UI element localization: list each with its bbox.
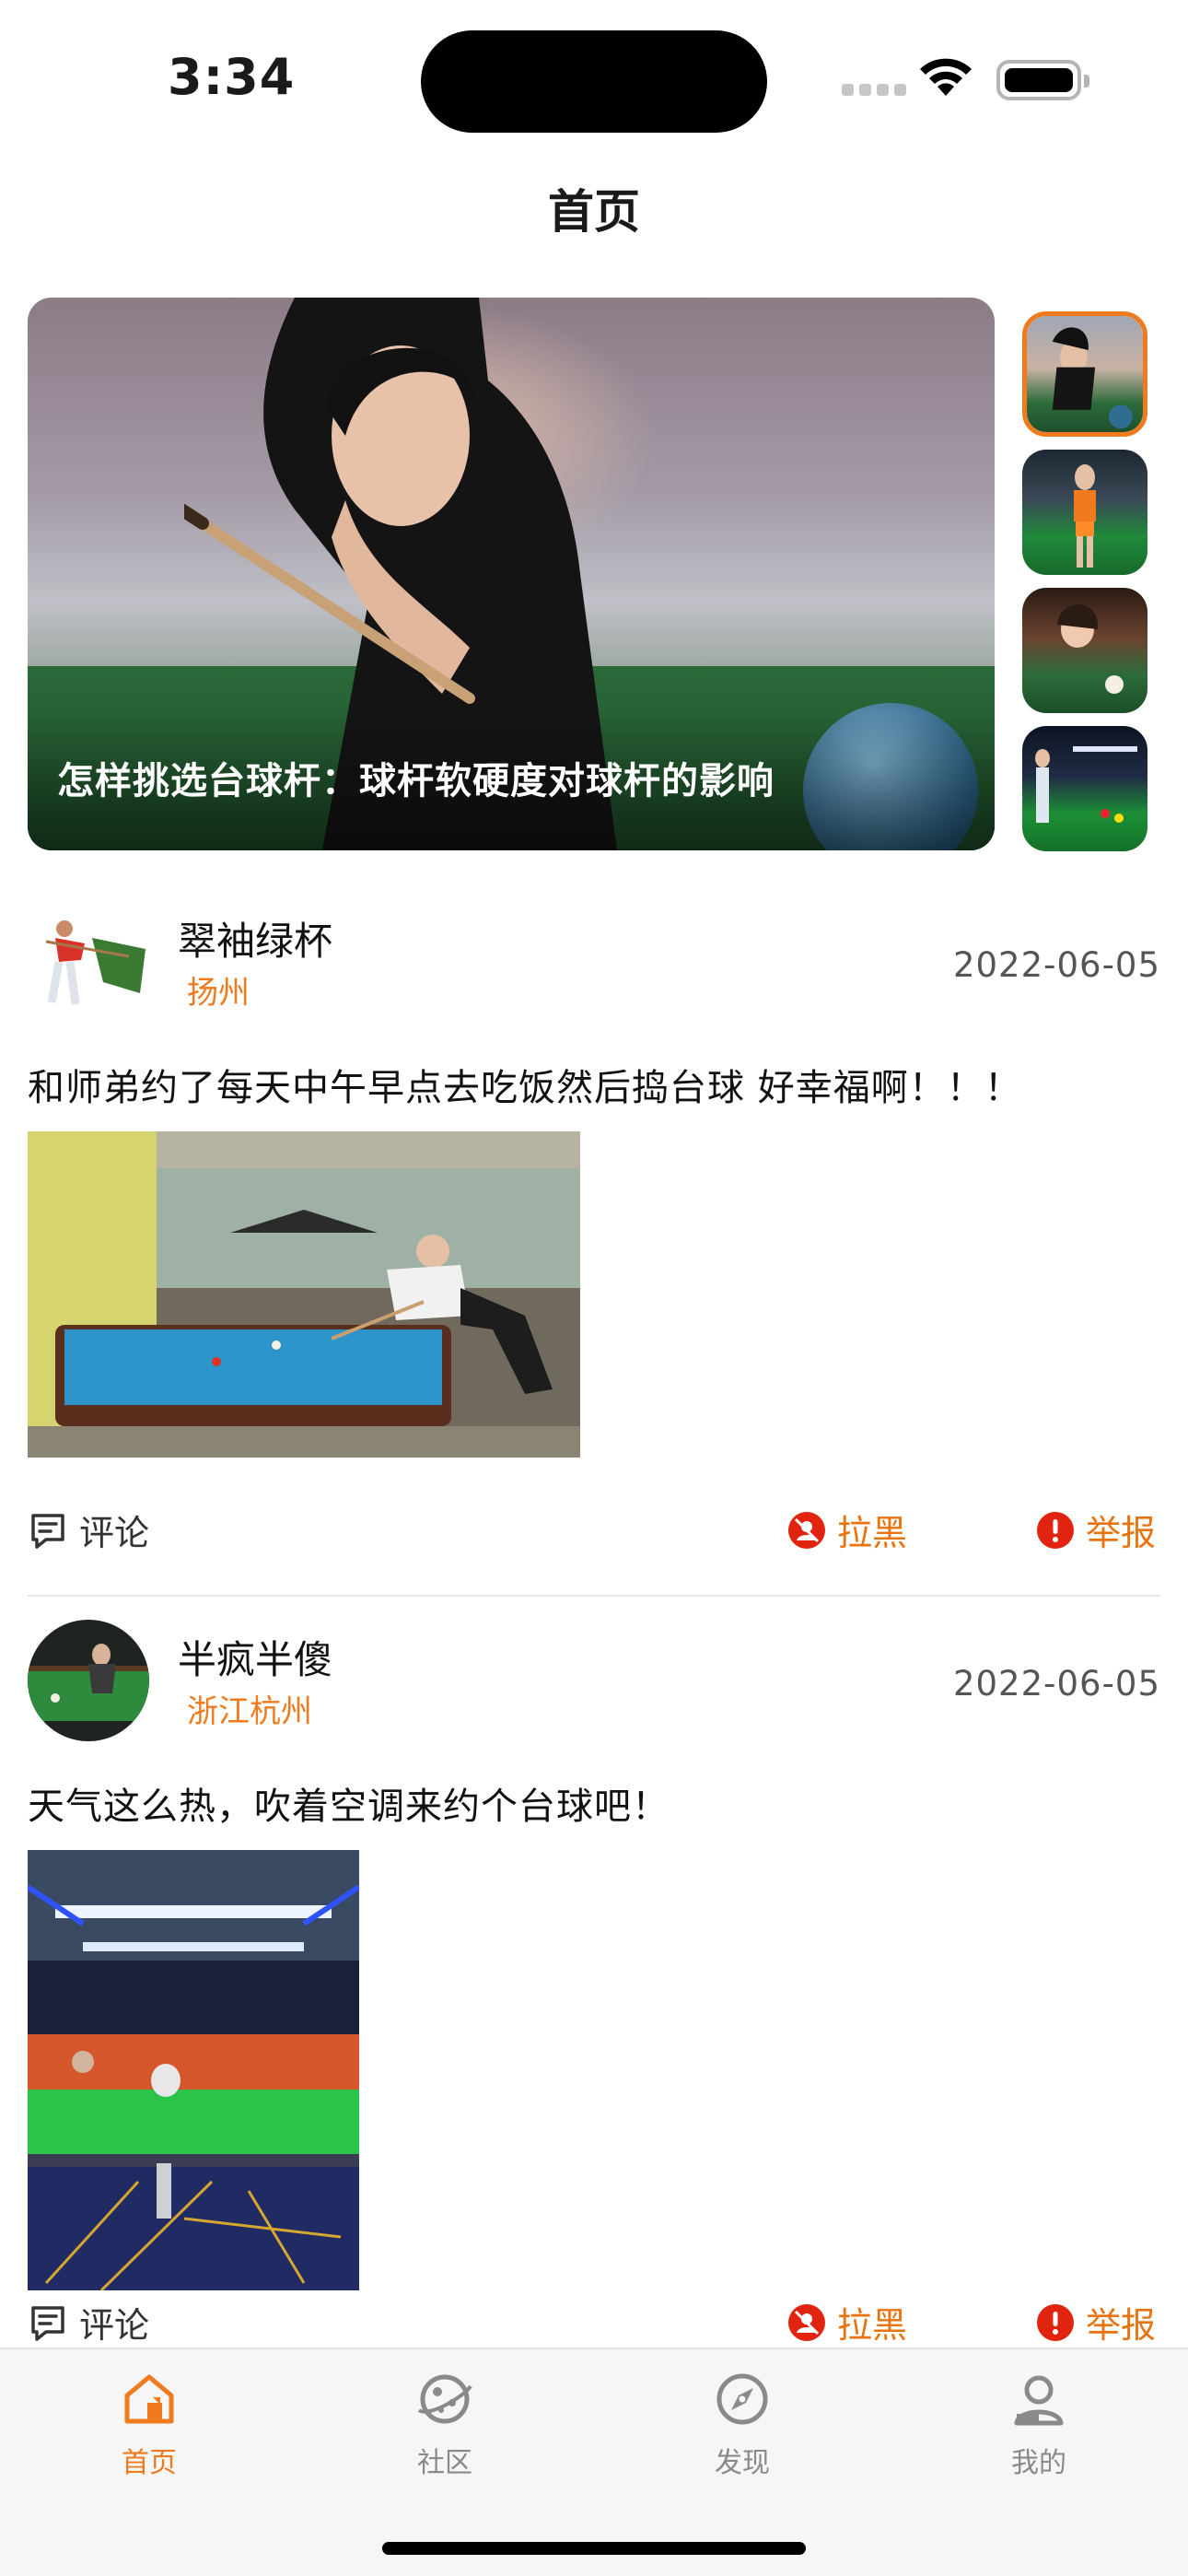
post-date: 2022-06-05 <box>952 1664 1160 1704</box>
page-title: 首页 <box>548 185 640 239</box>
tab-discover[interactable]: 发现 <box>659 2370 825 2480</box>
post-photo[interactable] <box>28 1131 580 1458</box>
comment-label: 评论 <box>79 2305 150 2346</box>
alert-icon <box>1037 2303 1074 2341</box>
post-date: 2022-06-05 <box>952 945 1160 985</box>
status-bar: 3:34 <box>0 0 1188 157</box>
home-icon <box>124 2374 174 2424</box>
block-label: 拉黑 <box>837 2305 908 2346</box>
user-location: 浙江杭州 <box>187 1693 312 1730</box>
tab-profile[interactable]: 我的 <box>956 2370 1122 2480</box>
user-icon <box>1014 2375 1064 2426</box>
status-time: 3:34 <box>168 48 296 106</box>
tab-label: 社区 <box>417 2447 472 2479</box>
tab-community[interactable]: 社区 <box>362 2370 528 2480</box>
block-button[interactable]: 拉黑 <box>787 1505 907 1555</box>
user-name[interactable]: 翠袖绿杯 <box>178 910 332 966</box>
block-user-icon <box>788 2303 825 2341</box>
dynamic-island <box>421 30 767 133</box>
battery-icon <box>996 60 1089 100</box>
wifi-icon <box>920 58 972 96</box>
tab-home[interactable]: 首页 <box>66 2370 232 2480</box>
report-button[interactable]: 举报 <box>1036 1505 1156 1555</box>
compass-icon <box>716 2373 768 2425</box>
comment-button[interactable]: 评论 <box>28 1505 149 1555</box>
block-button[interactable]: 拉黑 <box>787 2297 907 2348</box>
report-button[interactable]: 举报 <box>1036 2297 1156 2348</box>
comment-icon <box>31 1513 64 1549</box>
cellular-signal-icon <box>842 77 906 96</box>
tab-label: 发现 <box>715 2447 770 2479</box>
avatar[interactable] <box>28 1620 149 1741</box>
banner-carousel[interactable]: 怎样挑选台球杆：球杆软硬度对球杆的影响 <box>28 298 995 850</box>
post-card: 半疯半傻 浙江杭州 2022-06-05 天气这么热，吹着空调来约个台球吧！ 评… <box>28 1620 1160 2348</box>
comment-label: 评论 <box>79 1513 150 1553</box>
tab-label: 我的 <box>1011 2447 1066 2479</box>
home-indicator[interactable] <box>382 2542 806 2555</box>
post-text: 天气这么热，吹着空调来约个台球吧！ <box>28 1786 670 1828</box>
block-user-icon <box>788 1511 825 1549</box>
comment-icon <box>31 2305 64 2341</box>
banner-caption: 怎样挑选台球杆：球杆软硬度对球杆的影响 <box>57 760 775 802</box>
banner-thumbnail[interactable] <box>1022 726 1147 851</box>
post-photo[interactable] <box>28 1850 359 2290</box>
report-label: 举报 <box>1086 2305 1157 2346</box>
user-location: 扬州 <box>187 975 250 1012</box>
tab-label: 首页 <box>122 2447 177 2479</box>
banner-thumbnail[interactable] <box>1022 588 1147 713</box>
planet-icon <box>417 2374 472 2424</box>
banner-caption-overlay: 怎样挑选台球杆：球杆软硬度对球杆的影响 <box>28 712 995 850</box>
banner-thumbnail[interactable] <box>1022 450 1147 575</box>
avatar[interactable] <box>28 901 149 1023</box>
divider <box>28 1595 1160 1597</box>
comment-button[interactable]: 评论 <box>28 2297 149 2348</box>
post-card: 翠袖绿杯 扬州 2022-06-05 和师弟约了每天中午早点去吃饭然后捣台球 好… <box>28 901 1160 1564</box>
alert-icon <box>1037 1511 1074 1549</box>
banner-thumbnail[interactable] <box>1022 311 1147 437</box>
block-label: 拉黑 <box>837 1513 908 1553</box>
user-name[interactable]: 半疯半傻 <box>178 1629 332 1685</box>
post-text: 和师弟约了每天中午早点去吃饭然后捣台球 好幸福啊！！！ <box>28 1067 1022 1109</box>
report-label: 举报 <box>1086 1513 1157 1553</box>
